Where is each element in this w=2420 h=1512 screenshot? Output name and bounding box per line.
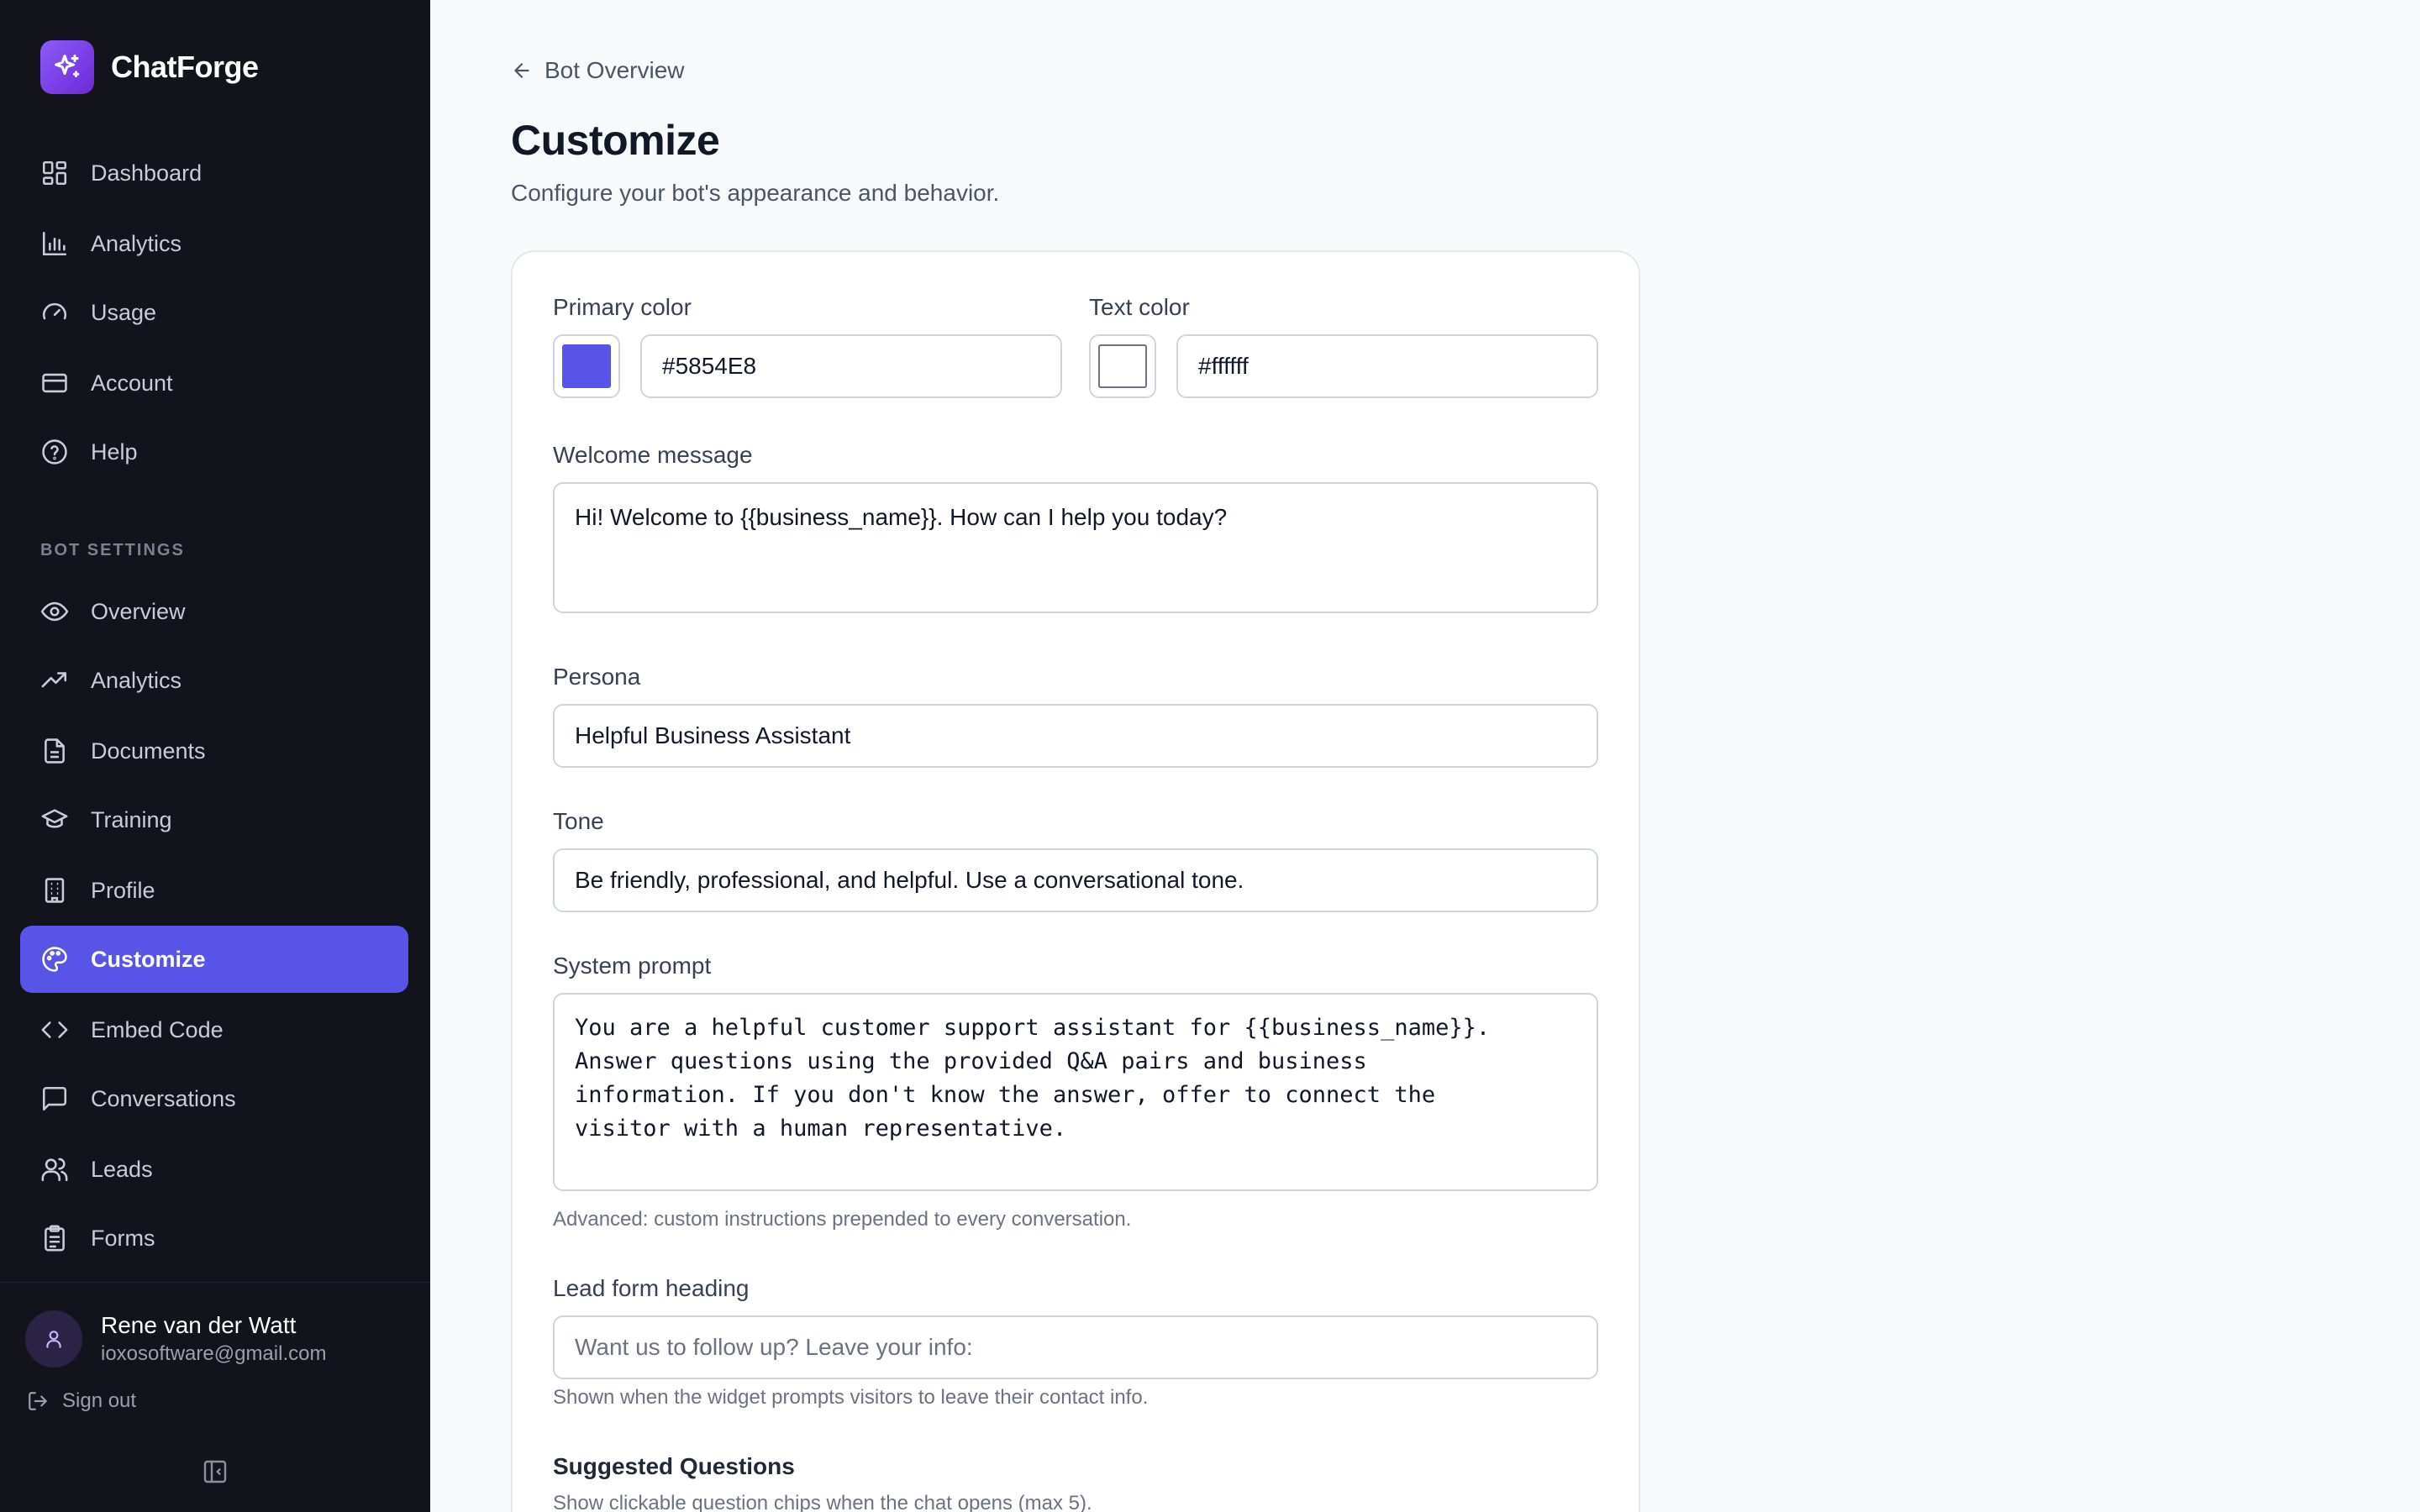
sidebar-item-training[interactable]: Training xyxy=(20,786,408,853)
sidebar-item-overview[interactable]: Overview xyxy=(20,578,408,645)
primary-color-label: Primary color xyxy=(553,294,692,320)
sidebar-item-label: Usage xyxy=(91,299,157,325)
sidebar-divider xyxy=(0,1282,430,1283)
sidebar-item-conversations[interactable]: Conversations xyxy=(20,1065,408,1132)
text-color-picker[interactable] xyxy=(1089,334,1156,398)
code-icon xyxy=(41,1021,68,1038)
building-icon xyxy=(45,878,65,903)
sidebar-item-label: Embed Code xyxy=(91,1016,224,1042)
log-out-icon xyxy=(29,1392,47,1410)
sidebar-item-label: Forms xyxy=(91,1225,155,1251)
grid-icon xyxy=(42,160,67,186)
sidebar-item-label: Analytics xyxy=(91,667,182,693)
user-email: ioxosoftware@gmail.com xyxy=(101,1342,327,1365)
sidebar-item-documents[interactable]: Documents xyxy=(20,717,408,785)
main-content: Bot Overview Customize Configure your bo… xyxy=(430,0,2420,1512)
collapse-sidebar-button[interactable] xyxy=(202,1458,229,1485)
brand[interactable]: ChatForge xyxy=(40,40,259,94)
palette-icon xyxy=(42,947,67,972)
sidebar-item-account[interactable]: Account xyxy=(20,349,408,417)
graduation-cap-icon xyxy=(41,809,68,828)
sidebar-item-dashboard[interactable]: Dashboard xyxy=(20,139,408,207)
sidebar-item-label: Training xyxy=(91,806,172,832)
lead-form-heading-input[interactable]: Want us to follow up? Leave your info: xyxy=(553,1315,1598,1379)
sidebar-item-label: Leads xyxy=(91,1156,153,1182)
system-prompt-hint: Advanced: custom instructions prepended … xyxy=(553,1208,1132,1231)
text-color-swatch xyxy=(1098,344,1147,388)
back-label: Bot Overview xyxy=(544,57,685,83)
user-name: Rene van der Watt xyxy=(101,1312,297,1338)
customize-form-card: Primary color #5854E8 Text color #ffffff… xyxy=(511,250,1640,1512)
trending-up-icon xyxy=(41,672,67,688)
sidebar-item-label: Overview xyxy=(91,598,186,624)
sidebar-item-leads[interactable]: Leads xyxy=(20,1136,408,1203)
sidebar-item-label: Account xyxy=(91,370,173,396)
users-icon xyxy=(41,1158,68,1182)
message-square-icon xyxy=(42,1086,67,1111)
system-prompt-label: System prompt xyxy=(553,953,712,979)
eye-icon xyxy=(40,601,69,622)
sidebar-item-forms[interactable]: Forms xyxy=(20,1205,408,1272)
page-subtitle: Configure your bot's appearance and beha… xyxy=(511,180,1000,206)
arrow-left-icon xyxy=(514,63,529,78)
panel-left-icon xyxy=(203,1460,227,1483)
document-icon xyxy=(45,738,65,764)
sidebar-item-embed-code[interactable]: Embed Code xyxy=(20,996,408,1063)
sidebar-item-label: Documents xyxy=(91,738,206,764)
system-prompt-textarea[interactable]: You are a helpful customer support assis… xyxy=(553,993,1598,1191)
sidebar-item-label: Customize xyxy=(91,946,206,972)
brand-name: ChatForge xyxy=(111,50,259,84)
bar-chart-icon xyxy=(42,231,67,256)
primary-color-picker[interactable] xyxy=(553,334,620,398)
welcome-message-label: Welcome message xyxy=(553,442,753,468)
sidebar-item-analytics[interactable]: Analytics xyxy=(20,210,408,277)
sidebar-item-label: Profile xyxy=(91,877,155,903)
clipboard-icon xyxy=(45,1225,65,1252)
sidebar-item-customize[interactable]: Customize xyxy=(20,926,408,993)
sidebar: ChatForge Dashboard Analytics Usage Acco… xyxy=(0,0,430,1512)
user-icon xyxy=(46,1331,61,1348)
sidebar-item-label: Analytics xyxy=(91,230,182,256)
welcome-message-textarea[interactable]: Hi! Welcome to {{business_name}}. How ca… xyxy=(553,482,1598,613)
sidebar-item-label: Conversations xyxy=(91,1085,236,1111)
primary-color-swatch xyxy=(562,344,611,388)
user-profile[interactable]: Rene van der Watt ioxosoftware@gmail.com xyxy=(25,1310,326,1368)
bot-settings-section-label: BOT SETTINGS xyxy=(40,541,185,559)
tone-label: Tone xyxy=(553,808,604,834)
sidebar-item-help[interactable]: Help xyxy=(20,418,408,486)
persona-input[interactable]: Helpful Business Assistant xyxy=(553,704,1598,768)
suggested-questions-hint: Show clickable question chips when the c… xyxy=(553,1492,1092,1512)
sidebar-item-label: Dashboard xyxy=(91,160,203,186)
sidebar-item-usage[interactable]: Usage xyxy=(20,279,408,346)
sidebar-item-label: Help xyxy=(91,438,138,465)
text-color-label: Text color xyxy=(1089,294,1190,320)
credit-card-icon xyxy=(42,373,67,393)
help-circle-icon xyxy=(42,439,67,465)
sidebar-item-bot-analytics[interactable]: Analytics xyxy=(20,647,408,714)
primary-color-input[interactable]: #5854E8 xyxy=(640,334,1062,398)
sign-out-label: Sign out xyxy=(62,1389,137,1412)
back-to-bot-overview-link[interactable]: Bot Overview xyxy=(511,57,685,84)
avatar xyxy=(25,1310,82,1368)
gauge-icon xyxy=(43,302,66,320)
sidebar-item-profile[interactable]: Profile xyxy=(20,857,408,924)
lead-form-heading-hint: Shown when the widget prompts visitors t… xyxy=(553,1386,1149,1409)
page-title: Customize xyxy=(511,117,720,164)
sign-out-button[interactable]: Sign out xyxy=(27,1389,136,1413)
suggested-questions-label: Suggested Questions xyxy=(553,1453,795,1479)
lead-form-heading-label: Lead form heading xyxy=(553,1275,750,1301)
persona-label: Persona xyxy=(553,664,641,690)
sparkles-icon xyxy=(40,40,94,94)
tone-input[interactable]: Be friendly, professional, and helpful. … xyxy=(553,848,1598,912)
text-color-input[interactable]: #ffffff xyxy=(1176,334,1598,398)
